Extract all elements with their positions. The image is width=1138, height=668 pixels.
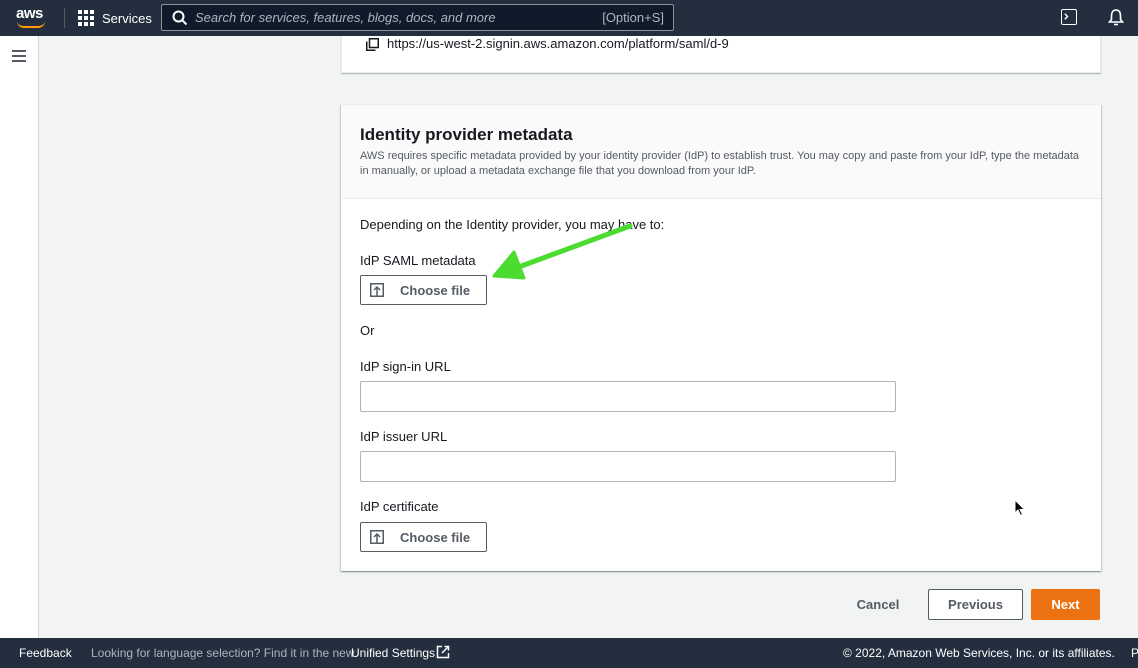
annotation-arrow-icon	[492, 223, 633, 280]
cancel-button[interactable]: Cancel	[844, 590, 912, 618]
upload-icon	[370, 283, 384, 297]
services-menu-button[interactable]: Services	[78, 8, 152, 28]
cloudshell-icon[interactable]	[1061, 9, 1077, 25]
certificate-label: IdP certificate	[360, 499, 439, 514]
saml-metadata-label: IdP SAML metadata	[360, 253, 476, 268]
top-navigation: aws Services [Option+S]	[0, 0, 1138, 36]
search-input[interactable]	[195, 8, 575, 27]
aws-logo-text: aws	[16, 5, 43, 22]
search-shortcut-hint: [Option+S]	[602, 10, 664, 25]
search-box[interactable]: [Option+S]	[161, 4, 674, 31]
upload-icon	[370, 530, 384, 544]
previous-button[interactable]: Previous	[928, 589, 1023, 620]
signin-url-label: IdP sign-in URL	[360, 359, 451, 374]
mouse-cursor-icon	[1014, 499, 1026, 517]
console-footer: Feedback Looking for language selection?…	[0, 638, 1138, 668]
side-navigation-rail	[0, 36, 39, 638]
nav-divider	[64, 8, 65, 28]
choose-file-label: Choose file	[400, 530, 471, 545]
card-description: AWS requires specific metadata provided …	[360, 150, 1080, 177]
language-notice: Looking for language selection? Find it …	[91, 646, 355, 660]
bell-icon[interactable]	[1107, 8, 1125, 26]
footer-trailing-text[interactable]: P	[1131, 646, 1138, 660]
issuer-url-label: IdP issuer URL	[360, 429, 448, 444]
feedback-link[interactable]: Feedback	[19, 646, 72, 660]
issuer-url-input[interactable]	[360, 451, 896, 482]
saml-url-text: https://us-west-2.signin.aws.amazon.com/…	[387, 36, 729, 51]
or-separator: Or	[360, 323, 375, 338]
grid-icon	[78, 10, 94, 26]
menu-icon[interactable]	[12, 50, 26, 62]
unified-settings-link[interactable]: Unified Settings	[351, 646, 435, 660]
choose-file-label: Choose file	[400, 283, 471, 298]
card-header: Identity provider metadata AWS requires …	[341, 105, 1101, 199]
card-title: Identity provider metadata	[360, 125, 573, 144]
external-link-icon[interactable]	[436, 645, 450, 659]
copyright-text: © 2022, Amazon Web Services, Inc. or its…	[843, 646, 1115, 660]
search-icon	[172, 10, 188, 26]
identity-provider-metadata-card: Identity provider metadata AWS requires …	[341, 104, 1101, 571]
aws-logo[interactable]: aws	[16, 6, 48, 30]
next-button[interactable]: Next	[1031, 589, 1100, 620]
services-label: Services	[102, 10, 152, 26]
aws-smile-icon	[17, 21, 45, 28]
saml-url-card: https://us-west-2.signin.aws.amazon.com/…	[341, 36, 1101, 73]
certificate-choose-file-button[interactable]: Choose file	[360, 522, 487, 552]
signin-url-input[interactable]	[360, 381, 896, 412]
copy-icon[interactable]	[366, 38, 379, 51]
saml-metadata-choose-file-button[interactable]: Choose file	[360, 275, 487, 305]
